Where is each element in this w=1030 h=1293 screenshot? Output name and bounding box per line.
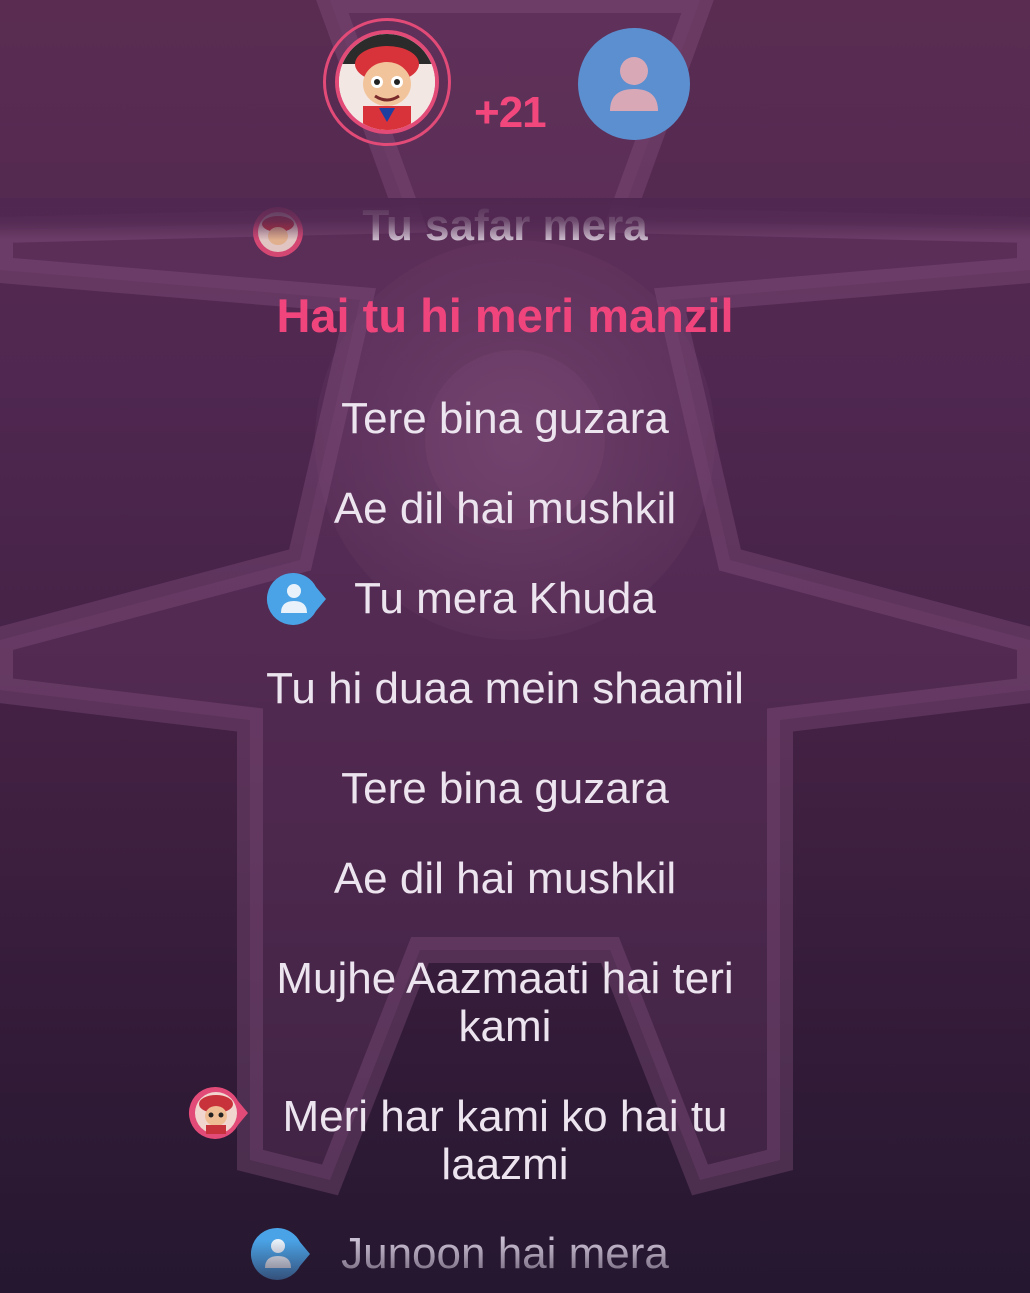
lyrics-panel: Tu safar mera Hai tu hi meri manzil Tere… <box>0 0 1030 1293</box>
lyric-line: Ae dil hai mushkil <box>333 854 677 903</box>
lyric-line: Ae dil hai mushkil <box>333 484 677 533</box>
bottom-fade-overlay <box>0 1240 1030 1293</box>
lyric-line: Tu hi duaa mein shaamil <box>266 664 744 713</box>
lyric-line-multiline: Meri har kami ko hai tu laazmi <box>0 1086 1010 1189</box>
duet-partner-marker-icon <box>266 572 326 625</box>
lyric-line: Tere bina guzara <box>341 394 669 443</box>
lyric-line-multiline: Mujhe Aazmaati hai teri kami <box>276 954 734 1051</box>
lyric-line: Tu mera Khuda <box>0 572 1010 625</box>
lyric-line: Tere bina guzara <box>341 764 669 813</box>
lyric-line-active: Hai tu hi meri manzil <box>276 289 734 342</box>
top-fade-overlay <box>0 198 1030 240</box>
